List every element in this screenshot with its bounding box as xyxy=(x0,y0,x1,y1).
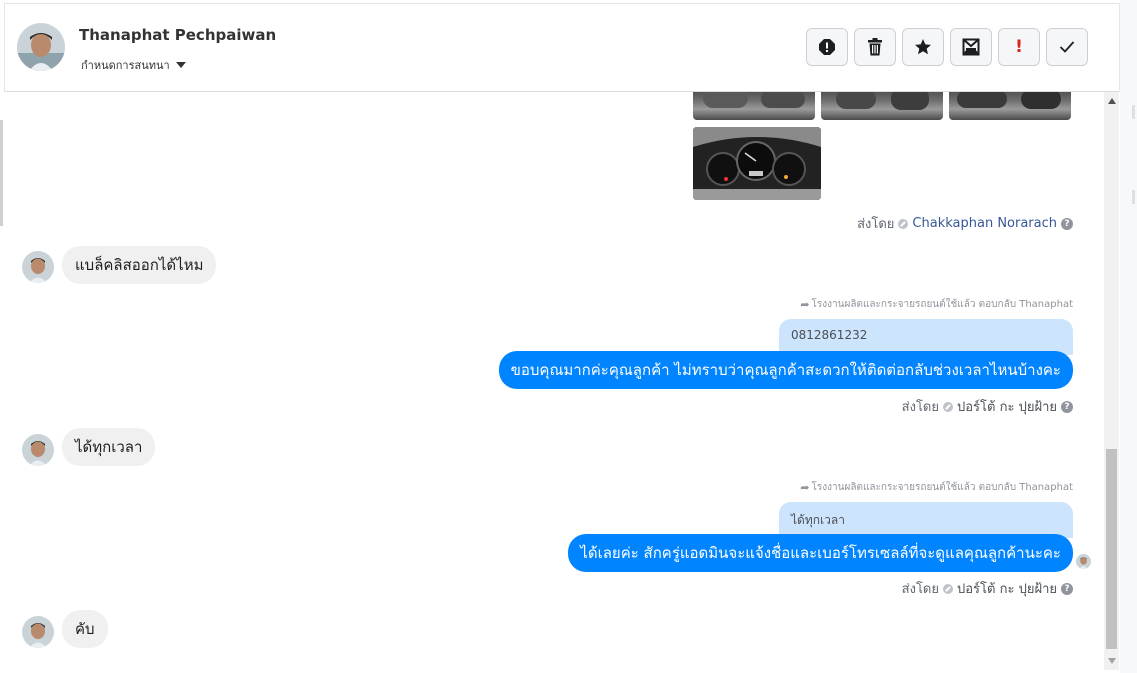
incoming-message[interactable]: แบล็คลิสออกได้ไหม xyxy=(62,246,217,284)
customer-avatar xyxy=(22,616,54,648)
agent-name[interactable]: ปอร์โต้ กะ ปุยฝ้าย xyxy=(957,396,1057,417)
agent-name-link[interactable]: Chakkaphan Norarach xyxy=(912,216,1057,231)
outgoing-message[interactable]: ขอบคุณมากค่ะคุณลูกค้า ไม่ทราบว่าคุณลูกค้… xyxy=(498,351,1073,389)
outgoing-message[interactable]: ได้เลยค่ะ สักครู่แอดมินจะแจ้งชื่อและเบอร… xyxy=(568,534,1073,572)
scrollbar-thumb[interactable] xyxy=(1106,449,1117,649)
archive-icon xyxy=(962,38,980,56)
conversation-header: Thanaphat Pechpaiwan กำหนดการสนทนา ! xyxy=(4,3,1120,92)
left-edge-divider xyxy=(0,120,3,226)
incoming-message[interactable]: ได้ทุกเวลา xyxy=(62,428,156,466)
check-icon xyxy=(1059,41,1075,53)
help-icon[interactable]: ? xyxy=(1061,217,1073,230)
customer-avatar xyxy=(22,434,54,466)
caret-down-icon xyxy=(175,62,186,68)
customer-avatar xyxy=(22,251,54,283)
mark-done-button[interactable] xyxy=(1046,28,1088,66)
customer-avatar[interactable] xyxy=(17,23,65,71)
report-button[interactable] xyxy=(806,28,848,66)
chat-page: Thanaphat Pechpaiwan กำหนดการสนทนา ! ส่ง… xyxy=(0,0,1137,673)
customer-name: Thanaphat Pechpaiwan xyxy=(79,26,277,44)
attached-photo-1[interactable] xyxy=(693,92,815,120)
conversation-scrollbar[interactable] xyxy=(1104,92,1119,670)
help-icon[interactable]: ? xyxy=(1061,582,1073,595)
mark-important-button[interactable]: ! xyxy=(998,28,1040,66)
sent-by-line-1: ส่งโดย Chakkaphan Norarach ? xyxy=(857,213,1073,234)
conversation-label-dropdown[interactable]: กำหนดการสนทนา xyxy=(81,56,186,74)
scroll-down-arrow-icon[interactable] xyxy=(1108,658,1116,664)
reply-arrow-icon: ➦ xyxy=(800,298,810,311)
seen-avatar xyxy=(1076,554,1091,569)
archive-button[interactable] xyxy=(950,28,992,66)
agent-name[interactable]: ปอร์โต้ กะ ปุยฝ้าย xyxy=(957,578,1057,599)
quoted-message[interactable]: 0812861232 xyxy=(779,319,1073,355)
attached-photo-2[interactable] xyxy=(821,92,943,120)
reply-context: ➦ โรงงานผลิตและกระจายรถยนต์ใช้แล้ว ตอบกล… xyxy=(800,481,1073,494)
conversation-label-text: กำหนดการสนทนา xyxy=(81,59,170,72)
scroll-up-arrow-icon[interactable] xyxy=(1108,98,1116,104)
conversation-thread: ส่งโดย Chakkaphan Norarach ? แบล็คลิสออก… xyxy=(4,92,1104,673)
attached-photo-3[interactable] xyxy=(949,92,1071,120)
quoted-message[interactable]: ได้ทุกเวลา xyxy=(779,502,1073,538)
report-icon xyxy=(819,39,835,55)
right-gutter xyxy=(1120,0,1137,673)
header-toolbar: ! xyxy=(806,28,1088,66)
reply-arrow-icon: ➦ xyxy=(800,481,810,494)
verified-icon xyxy=(943,583,953,594)
delete-button[interactable] xyxy=(854,28,896,66)
reply-context: ➦ โรงงานผลิตและกระจายรถยนต์ใช้แล้ว ตอบกล… xyxy=(800,298,1073,311)
important-icon: ! xyxy=(1015,37,1023,57)
incoming-message[interactable]: คับ xyxy=(62,610,108,648)
attached-photo-dashboard[interactable] xyxy=(693,127,821,200)
sent-by-line-3: ส่งโดย ปอร์โต้ กะ ปุยฝ้าย ? xyxy=(902,578,1073,599)
star-icon xyxy=(915,39,931,55)
sent-by-line-2: ส่งโดย ปอร์โต้ กะ ปุยฝ้าย ? xyxy=(902,396,1073,417)
star-button[interactable] xyxy=(902,28,944,66)
verified-icon xyxy=(943,401,953,412)
help-icon[interactable]: ? xyxy=(1061,400,1073,413)
trash-icon xyxy=(868,38,882,56)
verified-icon xyxy=(898,218,909,229)
